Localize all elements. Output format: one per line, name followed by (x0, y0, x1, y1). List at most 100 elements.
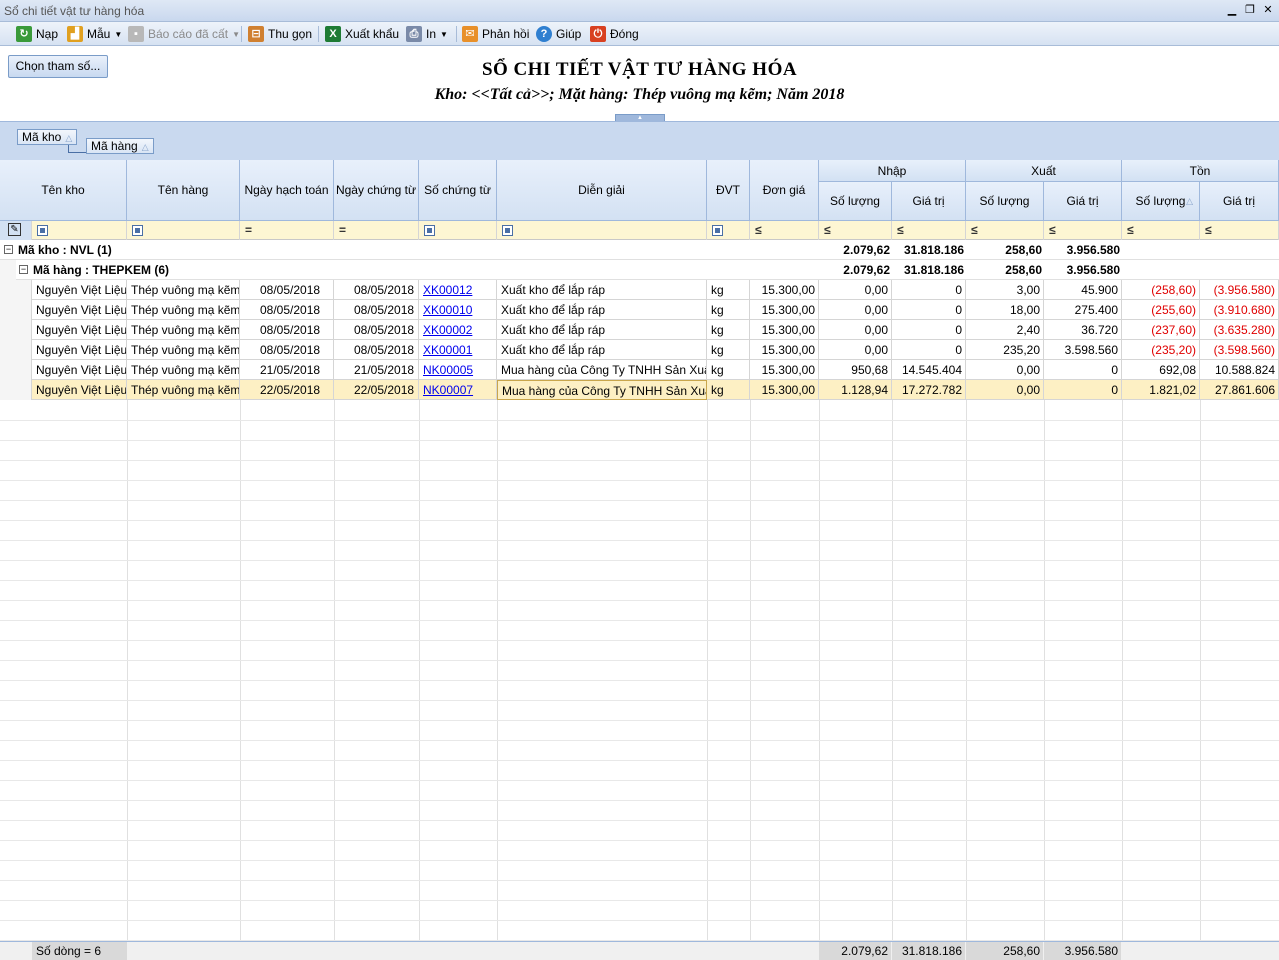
col-header-ton-so-luong[interactable]: Số lượng (1122, 182, 1200, 221)
filter-nhap-so-luong[interactable]: ≤ (819, 221, 892, 240)
group-sum-nhap-gia-tri: 31.818.186 (903, 263, 964, 277)
table-row[interactable]: Nguyên Việt Liệu Thép vuông mạ kẽm 08/05/2… (0, 320, 1279, 340)
filter-ton-so-luong[interactable]: ≤ (1122, 221, 1200, 240)
cell-xuat-so-luong: 235,20 (966, 340, 1044, 360)
cell-ten-hang: Thép vuông mạ kẽm (127, 320, 240, 340)
collapse-icon[interactable]: − (4, 245, 13, 254)
col-header-xuat-gia-tri[interactable]: Giá trị (1044, 182, 1122, 221)
col-header-ten-hang[interactable]: Tên hàng (127, 160, 240, 221)
col-header-so-chung-tu[interactable]: Số chứng từ (419, 160, 497, 221)
filter-clear-cell[interactable]: ✎ (0, 221, 32, 240)
cell-ton-so-luong: (258,60) (1122, 280, 1200, 300)
filter-ngay-hach-toan[interactable]: = (240, 221, 334, 240)
col-header-ten-kho[interactable]: Tên kho (0, 160, 127, 221)
help-button[interactable]: ? Giúp (536, 25, 581, 43)
template-button[interactable]: ▟ Mẫu ▼ (67, 25, 122, 43)
col-header-nhap-gia-tri[interactable]: Giá trị (892, 182, 966, 221)
table-row[interactable]: Nguyên Việt Liệu Thép vuông mạ kẽm 08/05/2… (0, 280, 1279, 300)
filter-ton-gia-tri[interactable]: ≤ (1200, 221, 1279, 240)
cell-ngay-chung-tu: 08/05/2018 (334, 340, 419, 360)
cell-dvt: kg (707, 360, 750, 380)
col-header-ngay-hach-toan[interactable]: Ngày hạch toán (240, 160, 334, 221)
cell-so-chung-tu[interactable]: XK00010 (419, 300, 497, 320)
collapse-icon[interactable]: − (19, 265, 28, 274)
filter-xuat-gia-tri[interactable]: ≤ (1044, 221, 1122, 240)
minimize-icon[interactable]: ▁ (1225, 3, 1239, 17)
col-header-nhap-so-luong[interactable]: Số lượng (819, 182, 892, 221)
group-row-ma-hang[interactable]: − Mã hàng : THEPKEM (6) 2.079,62 31.818.… (0, 260, 1279, 280)
col-header-dien-giai[interactable]: Diễn giải (497, 160, 707, 221)
indent-cell (0, 300, 32, 320)
filter-dien-giai[interactable] (497, 221, 707, 240)
filter-xuat-so-luong[interactable]: ≤ (966, 221, 1044, 240)
filter-edit-icon[interactable]: ✎ (8, 223, 21, 236)
grid-line (0, 520, 1279, 521)
cell-dvt: kg (707, 300, 750, 320)
filter-equals-icon: = (339, 223, 347, 237)
cell-so-chung-tu[interactable]: NK00005 (419, 360, 497, 380)
col-header-xuat-so-luong[interactable]: Số lượng (966, 182, 1044, 221)
cell-ton-gia-tri: (3.910.680) (1200, 300, 1279, 320)
cell-nhap-so-luong: 0,00 (819, 340, 892, 360)
table-row[interactable]: Nguyên Việt Liệu Thép vuông mạ kẽm 21/05/2… (0, 360, 1279, 380)
grid-line (0, 840, 1279, 841)
filter-nhap-gia-tri[interactable]: ≤ (892, 221, 966, 240)
sort-asc-icon: △ (65, 133, 73, 143)
grid-line (0, 800, 1279, 801)
collapse-icon: ⊟ (248, 26, 264, 42)
cell-so-chung-tu[interactable]: XK00002 (419, 320, 497, 340)
group-chip-ma-hang[interactable]: Mã hàng △ (86, 138, 154, 154)
feedback-button[interactable]: ✉ Phản hồi (462, 25, 529, 43)
group-chip-ma-kho[interactable]: Mã kho △ (17, 129, 78, 145)
cell-so-chung-tu[interactable]: NK00007 (419, 380, 497, 400)
group-label: Mã hàng : THEPKEM (6) (33, 263, 170, 277)
filter-so-chung-tu[interactable] (419, 221, 497, 240)
cell-ten-hang: Thép vuông mạ kẽm (127, 380, 240, 400)
cell-dien-giai: Mua hàng của Công Ty TNHH Sản Xuất (497, 380, 707, 400)
close-report-button[interactable]: ⏻ Đóng (590, 25, 639, 43)
table-row[interactable]: Nguyên Việt Liệu Thép vuông mạ kẽm 22/05/2… (0, 380, 1279, 400)
panel-splitter[interactable]: ▲ (615, 114, 665, 121)
filter-ngay-chung-tu[interactable]: = (334, 221, 419, 240)
cell-ngay-chung-tu: 08/05/2018 (334, 300, 419, 320)
cell-ton-so-luong: (235,20) (1122, 340, 1200, 360)
export-button[interactable]: X Xuất khẩu (325, 25, 399, 43)
cell-dvt: kg (707, 380, 750, 400)
template-label: Mẫu (87, 27, 111, 41)
chevron-down-icon: ▼ (114, 29, 123, 39)
col-header-ton-gia-tri[interactable]: Giá trị (1200, 182, 1279, 221)
filter-ten-hang[interactable] (127, 221, 240, 240)
collapse-label: Thu gọn (268, 27, 313, 41)
cell-nhap-gia-tri: 17.272.782 (892, 380, 966, 400)
grid-line (0, 620, 1279, 621)
cell-ton-gia-tri: 10.588.824 (1200, 360, 1279, 380)
reload-label: Nạp (36, 27, 59, 41)
cell-so-chung-tu[interactable]: XK00012 (419, 280, 497, 300)
filter-don-gia[interactable]: ≤ (750, 221, 819, 240)
col-header-don-gia[interactable]: Đơn giá (750, 160, 819, 221)
close-icon[interactable]: ✕ (1261, 3, 1275, 17)
empty-grid-area (0, 400, 1279, 941)
grid-line (0, 500, 1279, 501)
table-row[interactable]: Nguyên Việt Liệu Thép vuông mạ kẽm 08/05/2… (0, 300, 1279, 320)
cell-so-chung-tu[interactable]: XK00001 (419, 340, 497, 360)
table-row[interactable]: Nguyên Việt Liệu Thép vuông mạ kẽm 08/05/2… (0, 340, 1279, 360)
group-by-panel: Mã kho △ Mã hàng △ (0, 121, 1279, 161)
grid-line (0, 680, 1279, 681)
collapse-button[interactable]: ⊟ Thu gọn (248, 25, 312, 43)
cell-don-gia: 15.300,00 (750, 380, 819, 400)
col-header-dvt[interactable]: ĐVT (707, 160, 750, 221)
print-button[interactable]: ⎙ In ▼ (406, 25, 448, 43)
col-header-ngay-chung-tu[interactable]: Ngày chứng từ (334, 160, 419, 221)
report-title: SỔ CHI TIẾT VẬT TƯ HÀNG HÓA (481, 59, 798, 80)
restore-icon[interactable]: ❐ (1243, 3, 1257, 17)
cell-ten-kho: Nguyên Việt Liệu (32, 380, 127, 400)
cell-don-gia: 15.300,00 (750, 280, 819, 300)
filter-dvt[interactable] (707, 221, 750, 240)
filter-ten-kho[interactable] (32, 221, 127, 240)
indent-cell (0, 320, 32, 340)
group-row-ma-kho[interactable]: − Mã kho : NVL (1) 2.079,62 31.818.186 2… (0, 240, 1279, 260)
saved-reports-button[interactable]: ▪ Báo cáo đã cất ▼ (128, 25, 240, 43)
help-label: Giúp (556, 27, 582, 41)
reload-button[interactable]: ↻ Nạp (16, 25, 58, 43)
